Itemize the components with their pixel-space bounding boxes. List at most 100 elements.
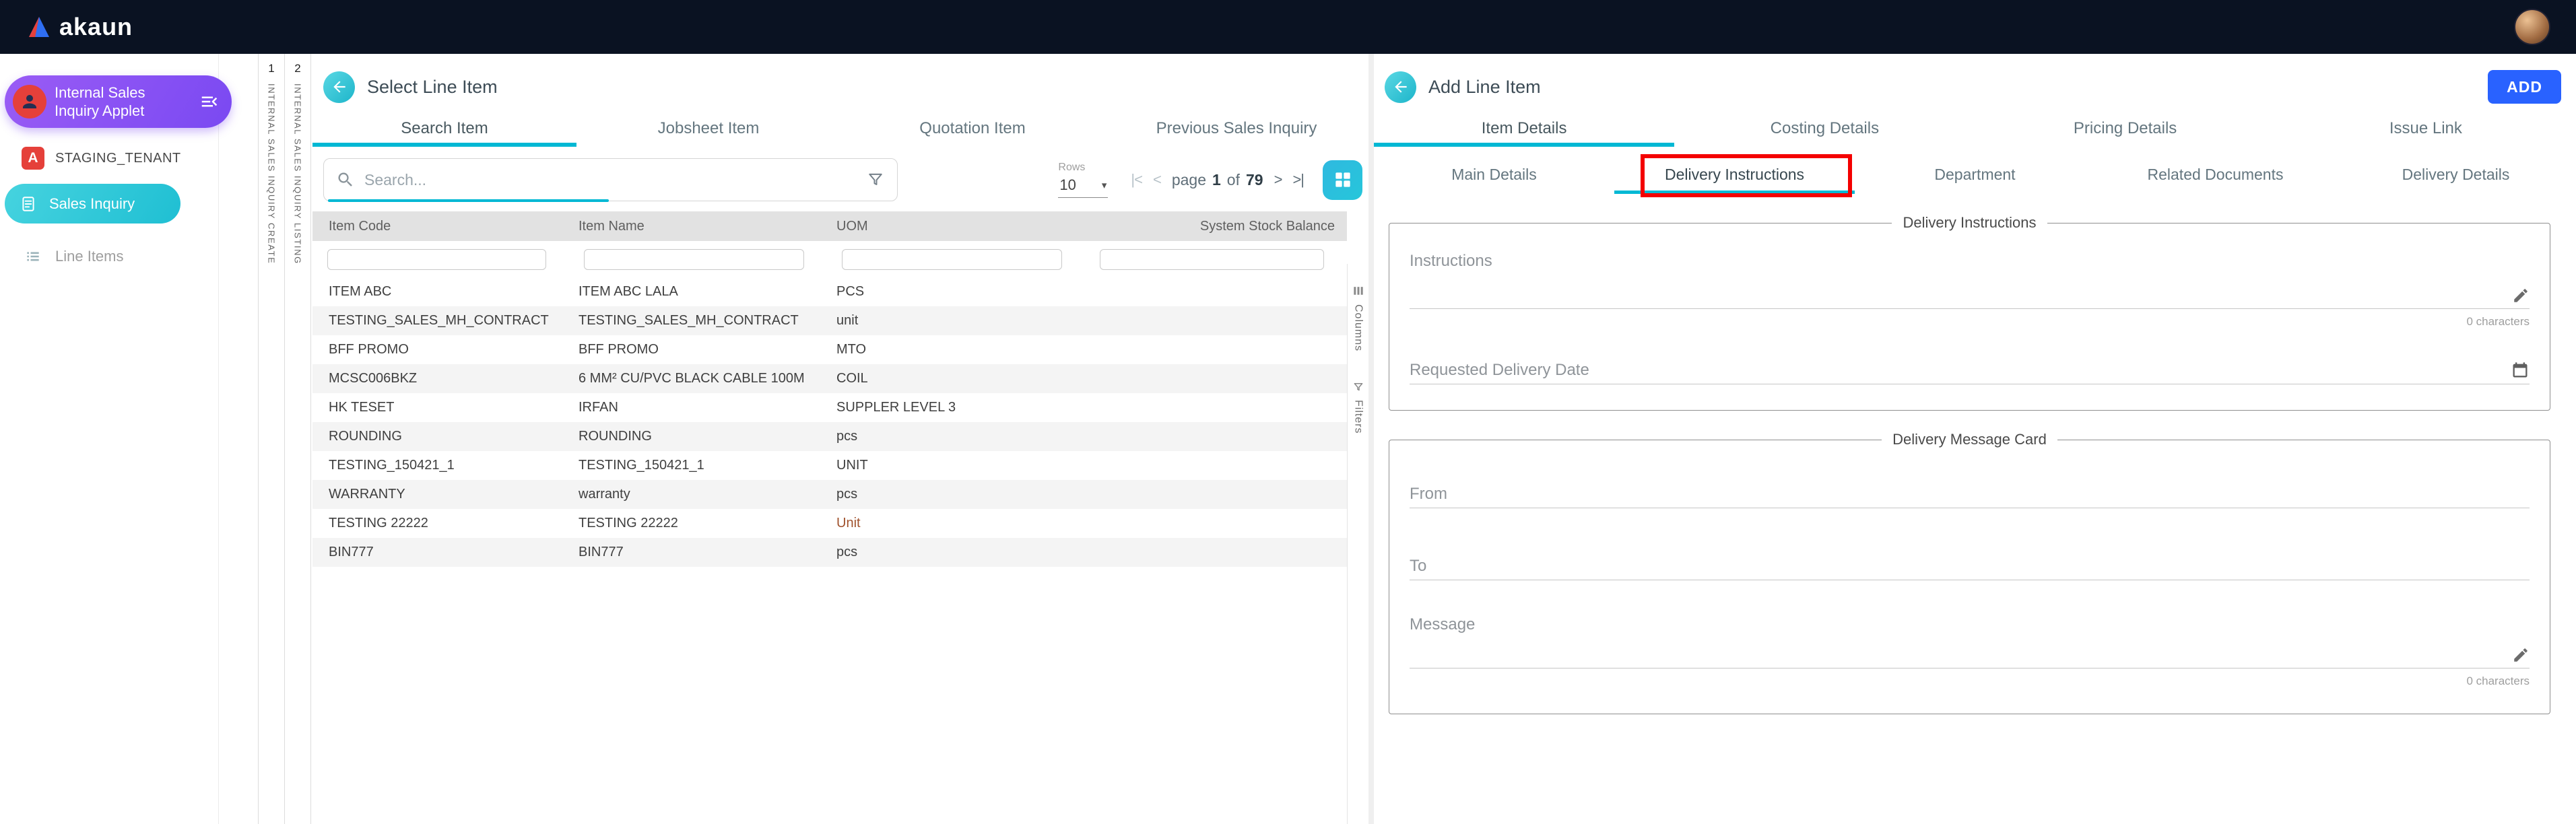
subtab-main-details[interactable]: Main Details — [1374, 155, 1614, 194]
table-row[interactable]: BFF PROMO BFF PROMO MTO — [312, 335, 1347, 364]
cell-item-code: MCSC006BKZ — [312, 371, 569, 386]
tab-label: Main Details — [1451, 166, 1537, 184]
pagination: |< < page 1 of 79 > >| — [1131, 171, 1304, 189]
cell-uom: MTO — [827, 342, 1085, 357]
message-field[interactable]: Message 0 characters — [1410, 615, 2530, 688]
cell-uom: unit — [827, 313, 1085, 329]
column-header-stock-balance[interactable]: System Stock Balance — [1085, 219, 1347, 234]
menu-open-icon[interactable] — [199, 92, 220, 112]
cell-uom: PCS — [827, 284, 1085, 300]
tab-label: Jobsheet Item — [658, 119, 760, 138]
table-row[interactable]: TESTING_150421_1 TESTING_150421_1 UNIT — [312, 451, 1347, 480]
instructions-field[interactable]: Instructions 0 characters — [1410, 252, 2530, 329]
search-input[interactable] — [364, 171, 857, 189]
workspace-tab-label: INTERNAL SALES INQUIRY LISTING — [293, 83, 303, 265]
line-item-tabs: Item Details Costing Details Pricing Det… — [1374, 112, 2576, 145]
character-counter: 0 characters — [1410, 315, 2530, 329]
column-header-item-code[interactable]: Item Code — [312, 219, 569, 234]
subtab-related-documents[interactable]: Related Documents — [2095, 155, 2336, 194]
uom-filter-input[interactable] — [842, 249, 1062, 270]
rows-per-page: Rows 10 ▾ — [1058, 162, 1115, 198]
columns-tool[interactable]: Columns — [1352, 284, 1365, 351]
filters-tool[interactable]: Filters — [1352, 381, 1364, 434]
first-page-button[interactable]: |< — [1131, 171, 1142, 188]
cell-item-code: TESTING_SALES_MH_CONTRACT — [312, 313, 569, 329]
filter-funnel-icon[interactable] — [866, 170, 885, 189]
back-button[interactable] — [323, 71, 355, 103]
section-legend: Delivery Instructions — [1892, 214, 2047, 232]
table-header-row: Item Code Item Name UOM System Stock Bal… — [312, 211, 1347, 241]
cell-item-code: WARRANTY — [312, 487, 569, 502]
item-source-tabs: Search Item Jobsheet Item Quotation Item… — [312, 112, 1368, 145]
input-underline — [1410, 308, 2530, 309]
requested-delivery-date-field[interactable]: Requested Delivery Date — [1410, 349, 2530, 384]
cell-item-name: BFF PROMO — [569, 342, 827, 357]
search-box[interactable] — [323, 158, 898, 201]
cell-uom: COIL — [827, 371, 1085, 386]
item-name-filter-input[interactable] — [584, 249, 804, 270]
column-header-item-name[interactable]: Item Name — [569, 219, 827, 234]
sidebar-item-tenant[interactable]: A STAGING_TENANT — [22, 147, 181, 170]
workspace-tab-number: 2 — [294, 62, 300, 75]
cell-uom: pcs — [827, 487, 1085, 502]
column-header-uom[interactable]: UOM — [827, 219, 1085, 234]
rows-per-page-select[interactable]: 10 ▾ — [1058, 175, 1108, 198]
applet-avatar-icon — [13, 85, 46, 118]
workspace-tab-label: INTERNAL SALES INQUIRY CREATE — [267, 83, 277, 264]
page-number: 1 — [1212, 171, 1221, 189]
table-row[interactable]: MCSC006BKZ 6 MM² CU/PVC BLACK CABLE 100M… — [312, 364, 1347, 393]
columns-label: Columns — [1352, 304, 1364, 351]
cell-item-name: TESTING_150421_1 — [569, 458, 827, 473]
tab-jobsheet-item[interactable]: Jobsheet Item — [576, 112, 840, 145]
from-field[interactable]: From — [1410, 474, 2530, 508]
tab-quotation-item[interactable]: Quotation Item — [840, 112, 1104, 145]
cell-item-name: ITEM ABC LALA — [569, 284, 827, 300]
subtab-delivery-details[interactable]: Delivery Details — [2336, 155, 2576, 194]
cell-item-code: TESTING_150421_1 — [312, 458, 569, 473]
tab-costing-details[interactable]: Costing Details — [1674, 112, 1975, 145]
sidebar-item-applet[interactable]: Internal Sales Inquiry Applet — [5, 75, 232, 128]
add-button[interactable]: ADD — [2488, 70, 2561, 104]
columns-icon — [1352, 284, 1365, 298]
grid-view-button[interactable] — [1323, 160, 1362, 200]
tab-previous-sales-inquiry[interactable]: Previous Sales Inquiry — [1104, 112, 1368, 145]
table-row[interactable]: HK TESET IRFAN SUPPLER LEVEL 3 — [312, 393, 1347, 422]
tab-item-details[interactable]: Item Details — [1374, 112, 1674, 145]
subtab-delivery-instructions[interactable]: Delivery Instructions — [1614, 155, 1855, 194]
table-row[interactable]: TESTING_SALES_MH_CONTRACT TESTING_SALES_… — [312, 306, 1347, 335]
sidebar-item-label: Sales Inquiry — [49, 195, 135, 213]
next-page-button[interactable]: > — [1274, 171, 1282, 188]
table-row[interactable]: ROUNDING ROUNDING pcs — [312, 422, 1347, 451]
select-line-item-panel: Select Line Item Search Item Jobsheet It… — [312, 54, 1368, 824]
akaun-logo[interactable]: akaun — [26, 13, 133, 41]
rows-value: 10 — [1059, 176, 1076, 194]
item-code-filter-input[interactable] — [327, 249, 546, 270]
table-row[interactable]: WARRANTY warranty pcs — [312, 480, 1347, 509]
tab-label: Search Item — [401, 119, 488, 138]
sidebar-item-sales-inquiry[interactable]: Sales Inquiry — [5, 184, 180, 224]
calendar-icon[interactable] — [2511, 361, 2530, 380]
arrow-left-icon — [331, 78, 348, 96]
user-avatar[interactable] — [2514, 9, 2550, 45]
table-row[interactable]: ITEM ABC ITEM ABC LALA PCS — [312, 277, 1347, 306]
tab-label: Pricing Details — [2074, 119, 2177, 138]
page-title: Add Line Item — [1428, 77, 1541, 98]
to-field[interactable]: To — [1410, 546, 2530, 580]
tab-search-item[interactable]: Search Item — [312, 112, 576, 145]
tab-label: Delivery Instructions — [1665, 166, 1804, 184]
workspace-tab-create[interactable]: 1 INTERNAL SALES INQUIRY CREATE — [258, 54, 285, 824]
last-page-button[interactable]: >| — [1292, 171, 1304, 188]
tab-pricing-details[interactable]: Pricing Details — [1975, 112, 2276, 145]
stock-balance-filter-input[interactable] — [1100, 249, 1324, 270]
subtab-department[interactable]: Department — [1855, 155, 2095, 194]
table-row[interactable]: TESTING 22222 TESTING 22222 Unit — [312, 509, 1347, 538]
edit-pencil-icon[interactable] — [2512, 287, 2530, 304]
workspace-tab-listing[interactable]: 2 INTERNAL SALES INQUIRY LISTING — [284, 54, 311, 824]
sidebar-item-line-items[interactable]: Line Items — [24, 248, 124, 265]
table-row[interactable]: BIN777 BIN777 pcs — [312, 538, 1347, 567]
back-button[interactable] — [1385, 71, 1416, 103]
prev-page-button[interactable]: < — [1153, 171, 1161, 188]
tab-label: Item Details — [1482, 119, 1567, 138]
tab-issue-link[interactable]: Issue Link — [2276, 112, 2576, 145]
edit-pencil-icon[interactable] — [2512, 646, 2530, 664]
